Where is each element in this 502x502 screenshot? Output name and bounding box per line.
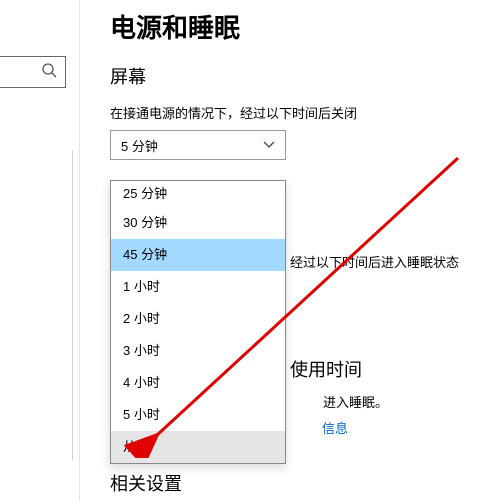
usage-time-heading: 使用时间 [290,356,362,382]
option-1hr[interactable]: 1 小时 [111,271,285,303]
option-3hr[interactable]: 3 小时 [111,335,285,367]
option-4hr[interactable]: 4 小时 [111,367,285,399]
option-5hr[interactable]: 5 小时 [111,399,285,431]
screen-timeout-dropdown[interactable]: 5 分钟 [110,130,286,160]
search-box[interactable] [0,56,66,88]
screen-off-label: 在接通电源的情况下，经过以下时间后关闭 [110,103,502,122]
sleeps-text: 进入睡眠。 [323,392,388,411]
option-30min[interactable]: 30 分钟 [111,207,285,239]
sidebar [0,0,80,502]
divider-line [72,150,73,460]
option-2hr[interactable]: 2 小时 [111,303,285,335]
related-settings-heading: 相关设置 [110,470,182,496]
option-never[interactable]: 从不 [111,431,285,463]
page-title: 电源和睡眠 [110,8,502,45]
chevron-down-icon [263,139,275,151]
section-screen-heading: 屏幕 [110,63,502,89]
option-25min[interactable]: 25 分钟 [111,181,285,207]
sleep-timeout-dropdown-open[interactable]: 25 分钟 30 分钟 45 分钟 1 小时 2 小时 3 小时 4 小时 5 … [110,180,286,464]
option-45min[interactable]: 45 分钟 [111,239,285,271]
sleep-label-fragment: 经过以下时间后进入睡眠状态 [290,252,459,271]
search-icon [41,62,57,83]
dropdown-selected-value: 5 分钟 [121,136,158,155]
info-link[interactable]: 信息 [322,418,348,437]
